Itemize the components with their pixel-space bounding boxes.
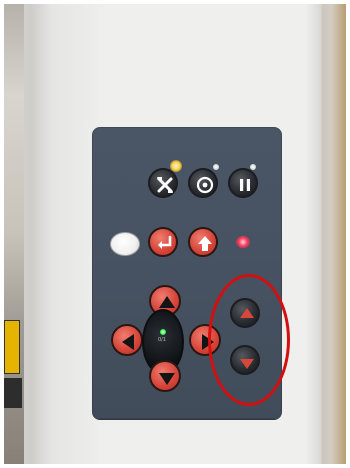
- pause-icon: [240, 179, 250, 191]
- arrow-up-icon: [198, 236, 212, 251]
- pause-button[interactable]: [228, 168, 258, 198]
- down-button[interactable]: [149, 360, 181, 392]
- highlight-ring: [208, 274, 290, 406]
- tools-button[interactable]: [148, 168, 178, 198]
- white-button[interactable]: [110, 232, 140, 256]
- center-label: 0/1: [157, 337, 167, 343]
- target-icon: [196, 176, 214, 194]
- right-edge: [322, 4, 346, 464]
- enter-icon: [158, 235, 172, 249]
- up-arrow-button-small[interactable]: [188, 227, 218, 257]
- enter-button[interactable]: [148, 227, 178, 257]
- photo-scene: 0/1: [0, 0, 350, 468]
- yellow-label: [4, 320, 20, 374]
- target-button[interactable]: [188, 168, 218, 198]
- dark-object: [4, 378, 22, 408]
- crossed-tools-icon: [157, 177, 173, 193]
- arrow-left-icon: [122, 334, 134, 350]
- status-led-red: [236, 236, 250, 248]
- status-led-green: [160, 329, 166, 335]
- left-button[interactable]: [111, 324, 143, 356]
- arrow-down-icon: [159, 373, 175, 385]
